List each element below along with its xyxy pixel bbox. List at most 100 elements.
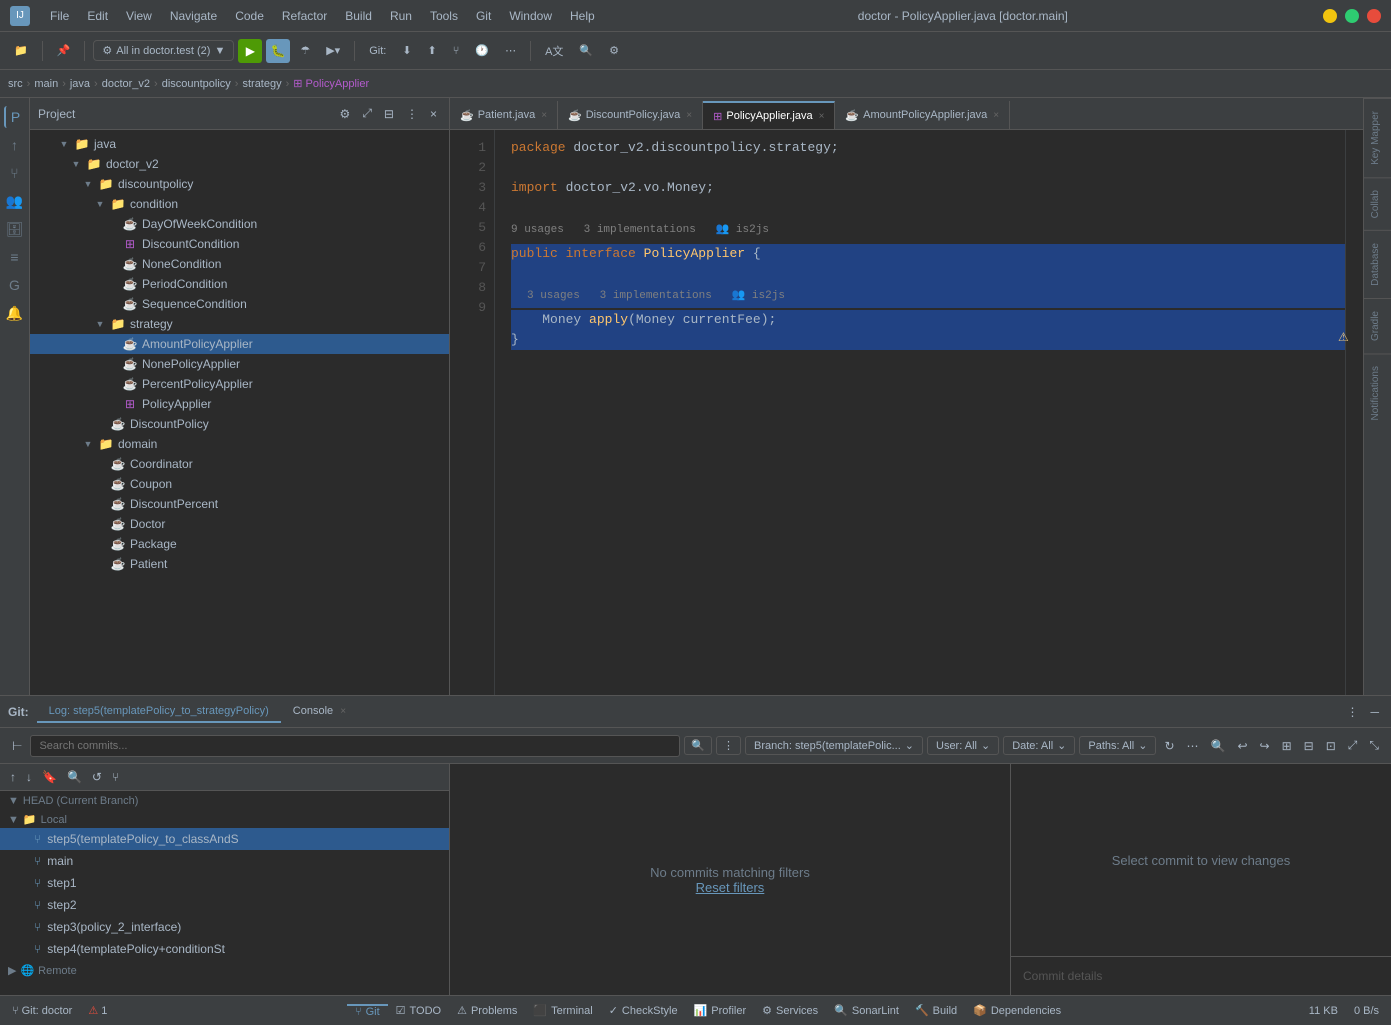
tree-DiscountPolicy[interactable]: ☕ DiscountPolicy — [30, 414, 449, 434]
paths-selector[interactable]: Paths: All ⌄ — [1079, 736, 1156, 755]
git-nav-up[interactable]: ↑ — [6, 768, 20, 786]
tree-DayOfWeekCondition[interactable]: ☕ DayOfWeekCondition — [30, 214, 449, 234]
tree-PercentPolicyApplier[interactable]: ☕ PercentPolicyApplier — [30, 374, 449, 394]
tab-close-discountpolicy[interactable]: × — [686, 110, 692, 121]
menu-run[interactable]: Run — [382, 7, 420, 25]
git-search2-btn[interactable]: 🔍 — [1207, 737, 1230, 755]
database-icon[interactable]: 🗄 — [4, 218, 26, 240]
breadcrumb-strategy[interactable]: strategy — [242, 78, 281, 90]
git-branch-main[interactable]: ⑂ main — [0, 850, 449, 872]
collab-icon[interactable]: 👥 — [4, 190, 26, 212]
tab-close-amountpolicy[interactable]: × — [993, 110, 999, 121]
tree-PeriodCondition[interactable]: ☕ PeriodCondition — [30, 274, 449, 294]
right-sidebar-key-mapper[interactable]: Key Mapper — [1364, 98, 1391, 177]
git-branch-step4[interactable]: ⑂ step4(templatePolicy+conditionSt — [0, 938, 449, 960]
panel-close-btn[interactable]: × — [426, 104, 441, 123]
git-refresh2[interactable]: ↺ — [88, 768, 106, 786]
git-bookmark[interactable]: 🔖 — [38, 768, 61, 786]
error-status[interactable]: ⚠ 1 — [84, 1004, 111, 1017]
git-local-section[interactable]: ▼ 📁 Local — [0, 809, 449, 828]
tree-discountpolicy[interactable]: ▼ 📁 discountpolicy — [30, 174, 449, 194]
menu-file[interactable]: File — [42, 7, 77, 25]
tree-Patient[interactable]: ☕ Patient — [30, 554, 449, 574]
tree-Coordinator[interactable]: ☕ Coordinator — [30, 454, 449, 474]
git-log-tab[interactable]: Log: step5(templatePolicy_to_strategyPol… — [37, 701, 281, 723]
menu-tools[interactable]: Tools — [422, 7, 466, 25]
breadcrumb-main[interactable]: main — [34, 78, 58, 90]
git-redo-btn[interactable]: ↪ — [1256, 737, 1274, 755]
terminal-tool-tab[interactable]: ⬛ Terminal — [525, 1004, 600, 1018]
commit-icon[interactable]: ↑ — [4, 134, 26, 156]
branch-selector[interactable]: Branch: step5(templatePolic... ⌄ — [745, 736, 923, 755]
git-push-btn[interactable]: ⬆ — [422, 41, 443, 60]
settings-btn[interactable]: ⚙ — [603, 41, 625, 60]
tree-domain[interactable]: ▼ 📁 domain — [30, 434, 449, 454]
profiler-tool-tab[interactable]: 📊 Profiler — [686, 1004, 755, 1018]
tree-DiscountCondition[interactable]: ⊞ DiscountCondition — [30, 234, 449, 254]
breadcrumb-doctor-v2[interactable]: doctor_v2 — [102, 78, 150, 90]
git-expand-btn[interactable]: ⤢ — [1344, 736, 1362, 755]
menu-edit[interactable]: Edit — [79, 7, 116, 25]
services-tool-tab[interactable]: ⚙ Services — [754, 1004, 826, 1018]
menu-code[interactable]: Code — [227, 7, 272, 25]
build-tool-tab[interactable]: 🔨 Build — [907, 1004, 965, 1018]
todo-tool-tab[interactable]: ☑ TODO — [388, 1004, 449, 1018]
go-to-start-btn[interactable]: ⊢ — [8, 737, 26, 755]
minimize-button[interactable] — [1323, 9, 1337, 23]
breadcrumb-src[interactable]: src — [8, 78, 23, 90]
git-branch-btn[interactable]: ⑂ — [447, 42, 466, 60]
git-more-options-btn[interactable]: ⋯ — [1183, 737, 1203, 755]
git-history-btn[interactable]: 🕐 — [469, 41, 495, 60]
menu-window[interactable]: Window — [501, 7, 560, 25]
project-icon[interactable]: P — [4, 106, 26, 128]
git-refresh-btn[interactable]: ↻ — [1160, 737, 1178, 755]
panel-expand-btn[interactable]: ⤢ — [358, 104, 376, 123]
tree-Package[interactable]: ☕ Package — [30, 534, 449, 554]
bottom-more-btn[interactable]: ⋮ — [1342, 703, 1362, 721]
right-sidebar-collab[interactable]: Collab — [1364, 177, 1391, 230]
panel-collapse-btn[interactable]: ⊟ — [380, 104, 398, 123]
tree-AmountPolicyApplier[interactable]: ☕ AmountPolicyApplier — [30, 334, 449, 354]
panel-settings-btn[interactable]: ⚙ — [336, 104, 355, 123]
git-branch-vis[interactable]: ⑂ — [108, 768, 123, 786]
git-branch-status[interactable]: ⑂ Git: doctor — [8, 1005, 76, 1017]
git-update-btn[interactable]: ⬇ — [396, 41, 417, 60]
menu-refactor[interactable]: Refactor — [274, 7, 335, 25]
tree-java[interactable]: ▼ 📁 java — [30, 134, 449, 154]
tab-discountpolicy-java[interactable]: ☕ DiscountPolicy.java × — [558, 101, 703, 129]
dependencies-tool-tab[interactable]: 📦 Dependencies — [965, 1004, 1069, 1018]
git-search-btn[interactable]: 🔍 — [684, 736, 712, 755]
debug-button[interactable]: 🐛 — [266, 39, 290, 63]
network-status[interactable]: 0 B/s — [1350, 1005, 1383, 1017]
maximize-button[interactable] — [1345, 9, 1359, 23]
git-remote-section[interactable]: ▶ 🌐 Remote — [0, 960, 449, 979]
tab-amountpolicyapplier-java[interactable]: ☕ AmountPolicyApplier.java × — [835, 101, 1010, 129]
console-tab[interactable]: Console × — [281, 701, 358, 723]
git-layout-btn[interactable]: ⊞ — [1278, 737, 1296, 755]
pin-toolbar-btn[interactable]: 📌 — [51, 41, 77, 60]
tree-NonePolicyApplier[interactable]: ☕ NonePolicyApplier — [30, 354, 449, 374]
right-sidebar-gradle[interactable]: Gradle — [1364, 298, 1391, 353]
tree-condition[interactable]: ▼ 📁 condition — [30, 194, 449, 214]
bottom-minimize-btn[interactable]: ─ — [1366, 703, 1383, 721]
menu-help[interactable]: Help — [562, 7, 603, 25]
coverage-button[interactable]: ☂ — [294, 41, 316, 60]
date-selector[interactable]: Date: All ⌄ — [1003, 736, 1075, 755]
git-undo-btn[interactable]: ↩ — [1233, 737, 1251, 755]
menu-git[interactable]: Git — [468, 7, 499, 25]
search-btn[interactable]: 🔍 — [573, 41, 599, 60]
more-run-btn[interactable]: ▶▾ — [320, 41, 346, 60]
menu-navigate[interactable]: Navigate — [162, 7, 225, 25]
code-content[interactable]: package doctor_v2.discountpolicy.strateg… — [495, 130, 1345, 695]
tree-DiscountPercent[interactable]: ☕ DiscountPercent — [30, 494, 449, 514]
git-branch-step3[interactable]: ⑂ step3(policy_2_interface) — [0, 916, 449, 938]
git-tool-tab[interactable]: ⑂ Git — [347, 1004, 388, 1018]
git-filter-btn[interactable]: ⊟ — [1300, 737, 1318, 755]
git-search3[interactable]: 🔍 — [63, 768, 86, 786]
git-search-input[interactable] — [30, 735, 680, 757]
code-editor[interactable]: 1 2 3 4 5 6 7 8 9 package doctor_v2.disc… — [450, 130, 1363, 695]
git-filter-options-btn[interactable]: ⋮ — [716, 736, 741, 755]
memory-status[interactable]: 11 KB — [1305, 1005, 1342, 1017]
translate-btn[interactable]: A文 — [539, 40, 569, 62]
tab-patient-java[interactable]: ☕ Patient.java × — [450, 101, 558, 129]
